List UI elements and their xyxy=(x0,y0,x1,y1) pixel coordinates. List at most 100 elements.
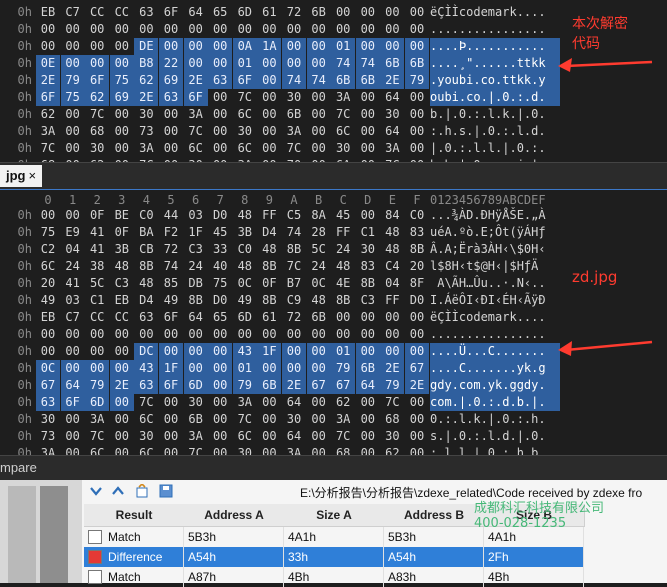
hex-byte[interactable]: 7C xyxy=(85,428,109,445)
hex-byte[interactable]: C0 xyxy=(405,207,429,224)
hex-byte[interactable]: 6C xyxy=(233,106,257,123)
hex-byte[interactable]: 6B xyxy=(307,309,331,326)
hex-byte[interactable]: 0F xyxy=(85,207,109,224)
hex-byte[interactable]: 24 xyxy=(184,258,208,275)
ascii-text[interactable]: b.|.0.:.l.k.|.0. xyxy=(430,106,560,123)
hex-row[interactable]: 0h 6F 75 62 69 2E 63 6F 00 7C 00 30 00 3A 00 64 00 oubi.c… xyxy=(0,89,667,106)
ascii-text[interactable]: A\ÃH…Ûu..·.N‹.. xyxy=(430,275,560,292)
hex-byte[interactable]: 3B xyxy=(110,241,134,258)
hex-byte[interactable]: 6F xyxy=(159,309,183,326)
hex-byte[interactable]: 3A xyxy=(36,123,60,140)
hex-byte[interactable]: 79 xyxy=(331,360,356,377)
hex-byte[interactable]: 00 xyxy=(380,38,405,55)
hex-byte[interactable]: CB xyxy=(134,241,158,258)
column-header-address-a[interactable]: Address A xyxy=(184,504,285,527)
ascii-text[interactable]: uéA.ºò.E;Ôt(ÿÁHƒ xyxy=(430,224,560,241)
hex-byte[interactable]: 00 xyxy=(307,21,331,38)
hex-byte[interactable]: 7C xyxy=(184,445,208,455)
hex-byte[interactable]: 00 xyxy=(306,55,331,72)
hex-byte[interactable]: 00 xyxy=(208,377,233,394)
hex-byte[interactable]: 00 xyxy=(356,123,380,140)
hex-byte[interactable]: 00 xyxy=(134,326,158,343)
hex-byte[interactable]: 6B xyxy=(405,55,429,72)
hex-byte[interactable]: 72 xyxy=(282,309,306,326)
table-row[interactable]: Match A87h 4Bh A83h 4Bh xyxy=(84,567,584,587)
hex-byte[interactable]: 00 xyxy=(36,21,60,38)
hex-byte[interactable]: 00 xyxy=(110,21,134,38)
hex-byte[interactable]: 6F xyxy=(36,89,60,106)
hex-byte[interactable]: 1F xyxy=(159,360,183,377)
hex-byte[interactable]: 00 xyxy=(110,326,134,343)
hex-byte[interactable]: DB xyxy=(184,275,208,292)
ascii-text[interactable]: 0.:.l.k.|.0.:.h. xyxy=(430,411,560,428)
hex-byte[interactable]: 8B xyxy=(134,258,158,275)
hex-byte[interactable]: 00 xyxy=(380,343,405,360)
export-icon[interactable] xyxy=(134,482,150,500)
hex-byte[interactable]: 00 xyxy=(405,4,429,21)
hex-byte[interactable]: D4 xyxy=(257,224,281,241)
hex-byte[interactable]: 72 xyxy=(282,4,306,21)
hex-byte[interactable]: 00 xyxy=(405,445,429,455)
hex-byte[interactable]: 49 xyxy=(233,292,257,309)
hex-byte[interactable]: 0C xyxy=(307,275,331,292)
hex-byte[interactable]: 00 xyxy=(208,38,233,55)
table-row[interactable]: Difference A54h 33h A54h 2Fh xyxy=(84,547,584,567)
hex-byte[interactable]: 74 xyxy=(282,72,306,89)
hex-byte[interactable]: 6D xyxy=(233,309,257,326)
hex-byte[interactable]: 67 xyxy=(405,360,429,377)
hex-byte[interactable]: 62 xyxy=(134,72,159,89)
hex-byte[interactable]: 3A xyxy=(85,411,109,428)
hex-byte[interactable]: 6C xyxy=(233,428,257,445)
hex-byte[interactable]: 49 xyxy=(159,292,183,309)
hex-row[interactable]: 0h EB C7 CC CC 63 6F 64 65 6D 61 72 6B 00 00 00 00 ëÇÌÌco… xyxy=(0,309,667,326)
hex-byte[interactable]: 6C xyxy=(184,140,208,157)
hex-byte[interactable]: 00 xyxy=(208,394,232,411)
hex-byte[interactable]: 00 xyxy=(159,394,183,411)
hex-byte[interactable]: 30 xyxy=(356,241,380,258)
hex-byte[interactable]: 00 xyxy=(356,394,380,411)
hex-byte[interactable]: 00 xyxy=(307,140,331,157)
hex-byte[interactable]: FF xyxy=(331,224,355,241)
hex-byte[interactable]: 74 xyxy=(282,224,306,241)
hex-byte[interactable]: 7C xyxy=(134,394,158,411)
hex-byte[interactable]: 00 xyxy=(109,55,134,72)
hex-byte[interactable]: 00 xyxy=(61,106,85,123)
hex-byte[interactable]: 6B xyxy=(331,72,356,89)
hex-byte[interactable]: 04 xyxy=(380,275,404,292)
hex-byte[interactable]: 1F xyxy=(257,343,282,360)
hex-pane-top[interactable]: 0h EB C7 CC CC 63 6F 64 65 6D 61 72 6B 00 00 00 00 ëÇÌÌco… xyxy=(0,0,667,162)
hex-byte[interactable]: 8B xyxy=(184,292,208,309)
hex-byte[interactable]: 01 xyxy=(232,55,257,72)
hex-byte[interactable]: 5C xyxy=(85,275,109,292)
hex-byte[interactable]: 6F xyxy=(232,72,257,89)
hex-byte[interactable]: 45 xyxy=(331,207,355,224)
ascii-text[interactable]: ....Þ........... xyxy=(430,38,560,55)
hex-byte[interactable]: C9 xyxy=(282,292,306,309)
hex-byte[interactable]: 28 xyxy=(307,224,331,241)
column-header-size-a[interactable]: Size A xyxy=(284,504,385,527)
hex-byte[interactable]: CC xyxy=(110,4,134,21)
hex-byte[interactable]: 67 xyxy=(306,377,331,394)
hex-byte[interactable]: 00 xyxy=(110,106,134,123)
hex-byte[interactable]: 00 xyxy=(331,309,355,326)
hex-byte[interactable]: 00 xyxy=(405,394,429,411)
hex-byte[interactable]: 2E xyxy=(134,89,159,106)
ascii-text[interactable]: :.h.s.|.0.:.l.d. xyxy=(430,123,560,140)
hex-byte[interactable]: 7C xyxy=(331,428,355,445)
hex-byte[interactable]: 00 xyxy=(208,89,232,106)
hex-byte[interactable]: 00 xyxy=(307,326,331,343)
hex-byte[interactable]: 6C xyxy=(36,258,60,275)
hex-row[interactable]: 0h 0C 00 00 00 43 1F 00 00 01 00 00 00 79 6B 2E 67 ....C.… xyxy=(0,360,667,377)
ascii-text[interactable]: ...¾ÀD.ÐHÿÅŠE.„À xyxy=(430,207,560,224)
hex-byte[interactable]: 00 xyxy=(208,123,232,140)
hex-byte[interactable]: 3A xyxy=(380,140,404,157)
hex-byte[interactable]: 00 xyxy=(208,55,233,72)
hex-byte[interactable]: 79 xyxy=(85,377,110,394)
hex-byte[interactable]: 1A xyxy=(257,38,282,55)
hex-byte[interactable]: 8F xyxy=(405,275,429,292)
hex-byte[interactable]: B8 xyxy=(134,55,159,72)
hex-row[interactable]: 0h 30 00 3A 00 6C 00 6B 00 7C 00 30 00 3A 00 68 00 0.:.l.… xyxy=(0,411,667,428)
hex-byte[interactable]: 00 xyxy=(306,360,331,377)
hex-byte[interactable]: 00 xyxy=(109,394,134,411)
hex-byte[interactable]: 00 xyxy=(134,21,158,38)
